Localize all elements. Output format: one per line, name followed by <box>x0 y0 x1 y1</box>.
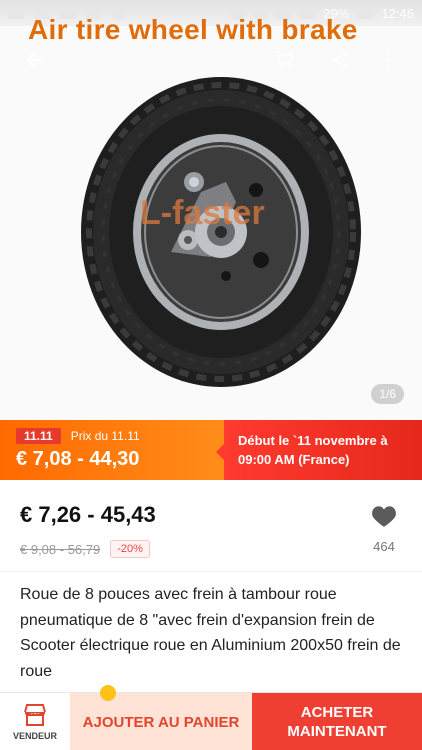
promo-price: € 7,08 - 44,30 <box>16 448 140 470</box>
promo-banner[interactable]: 11.11 Prix du 11.11 € 7,08 - 44,30 Début… <box>0 420 422 480</box>
watermark-text: L-faster <box>140 194 265 232</box>
status-time: 12:46 <box>381 5 414 21</box>
hero-image-area[interactable]: 29% 12:46 Air tire wheel with brake L-fa… <box>0 0 422 420</box>
share-button[interactable] <box>326 46 354 74</box>
store-icon <box>24 704 46 726</box>
promo-header: 11.11 Prix du 11.11 <box>16 428 208 444</box>
more-button[interactable] <box>374 46 402 74</box>
original-price: € 9,08 - 56,79 <box>20 541 101 557</box>
promo-event-tag: 11.11 <box>16 428 61 444</box>
buy-now-label: ACHETER MAINTENANT <box>287 703 387 741</box>
more-vertical-icon <box>386 51 390 69</box>
arrow-left-icon <box>26 52 43 68</box>
battery-icon <box>357 7 374 19</box>
youtube-icon <box>8 7 24 19</box>
add-to-cart-button[interactable]: AJOUTER AU PANIER <box>70 685 252 750</box>
promo-notice-panel: Début le `11 novembre à 09:00 AM (France… <box>216 420 422 480</box>
wishlist-count: 464 <box>373 539 395 554</box>
discount-badge: -20% <box>110 540 150 558</box>
image-page-indicator: 1/6 <box>371 384 404 404</box>
heart-icon <box>372 506 396 527</box>
buy-now-button[interactable]: ACHETER MAINTENANT <box>252 693 422 750</box>
price-section: € 7,26 - 45,43 € 9,08 - 56,79 -20% 464 <box>0 482 422 572</box>
promo-price-panel: 11.11 Prix du 11.11 € 7,08 - 44,30 <box>0 420 224 480</box>
promo-notch <box>216 444 224 460</box>
share-icon <box>332 51 348 69</box>
back-button[interactable] <box>20 46 48 74</box>
product-title: Roue de 8 pouces avec frein à tambour ro… <box>20 586 401 680</box>
floating-indicator-dot <box>100 685 116 701</box>
seller-button[interactable]: VENDEUR <box>0 693 70 750</box>
image-title: Air tire wheel with brake <box>28 14 358 45</box>
bottom-action-bar: VENDEUR AJOUTER AU PANIER ACHETER MAINTE… <box>0 685 422 750</box>
wishlist-button[interactable]: 464 <box>364 504 404 554</box>
current-price: € 7,26 - 45,43 <box>20 502 156 527</box>
promo-label: Prix du 11.11 <box>70 429 140 443</box>
cart-button[interactable] <box>270 46 298 74</box>
product-screen: 29% 12:46 Air tire wheel with brake L-fa… <box>0 0 422 750</box>
seller-label: VENDEUR <box>12 731 57 741</box>
add-to-cart-label: AJOUTER AU PANIER <box>82 713 240 731</box>
promo-notice-text: Début le `11 novembre à 09:00 AM (France… <box>238 433 388 467</box>
cart-icon <box>275 51 293 69</box>
price-secondary-row: € 9,08 - 56,79 -20% <box>20 540 402 558</box>
